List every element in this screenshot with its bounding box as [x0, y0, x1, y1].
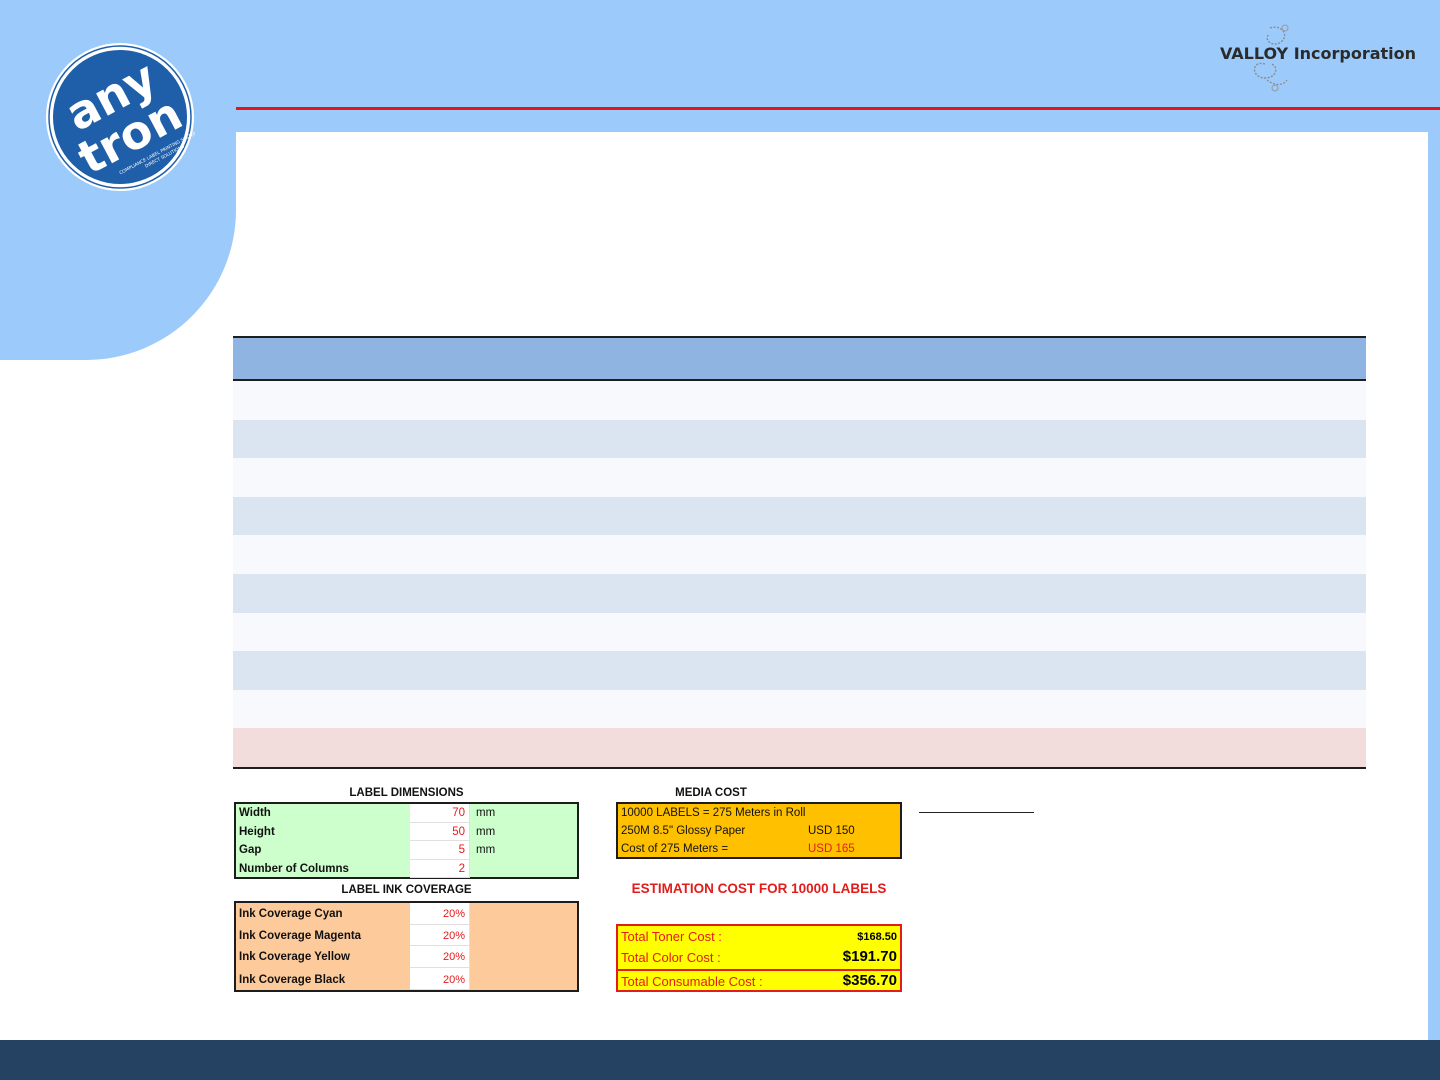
total-row-color: Total Color Cost : $191.70	[618, 947, 900, 969]
dimension-value-cell[interactable]: 70	[410, 804, 470, 823]
total-label: Total Toner Cost :	[621, 929, 722, 944]
dimension-value-cell[interactable]: 50	[410, 822, 470, 841]
ink-row-black: Ink Coverage Black 20%	[236, 967, 577, 990]
dimension-unit: mm	[476, 825, 496, 838]
ink-value-cell[interactable]: 20%	[410, 903, 470, 925]
dimension-label: Height	[239, 825, 275, 838]
table-total-row	[233, 728, 1366, 767]
media-row: Cost of 275 Meters = USD 165	[621, 840, 899, 858]
media-row: 10000 LABELS = 275 Meters in Roll	[621, 804, 899, 822]
ink-label: Ink Coverage Black	[239, 973, 346, 986]
ink-value: 20%	[442, 908, 465, 920]
media-description: Cost of 275 Meters =	[621, 843, 729, 855]
valloy-logo: VALLOY Incorporation	[1215, 20, 1416, 95]
media-price-computed: USD 165	[808, 843, 855, 855]
table-row	[233, 535, 1366, 574]
media-row: 250M 8.5" Glossy Paper USD 150	[621, 822, 899, 840]
ink-row-cyan: Ink Coverage Cyan 20%	[236, 903, 577, 925]
table-row	[233, 458, 1366, 497]
dimension-row-width: Width 70 mm	[236, 804, 577, 823]
ink-row-yellow: Ink Coverage Yellow 20%	[236, 946, 577, 968]
dimension-value-cell[interactable]: 5	[410, 841, 470, 860]
media-price: USD 150	[808, 825, 855, 837]
total-row-consumable: Total Consumable Cost : $356.70	[618, 971, 900, 992]
ink-label: Ink Coverage Magenta	[239, 929, 362, 942]
total-value: $356.70	[842, 972, 897, 989]
valloy-wordmark: VALLOY Incorporation	[1220, 44, 1417, 63]
anytron-logo: any tron COMPLIANCE LABEL PRINTING SYSTE…	[46, 43, 195, 191]
ink-label: Ink Coverage Yellow	[239, 951, 351, 963]
table-row	[233, 651, 1366, 690]
total-value: $191.70	[842, 948, 897, 965]
ink-value: 20%	[442, 973, 465, 986]
media-description: 10000 LABELS = 275 Meters in Roll	[621, 807, 806, 819]
dimension-value: 5	[458, 844, 465, 856]
ink-coverage-caption: LABEL INK COVERAGE	[341, 884, 472, 896]
dimension-label: Number of Columns	[239, 862, 349, 875]
footer-bar	[0, 1040, 1440, 1080]
total-value: $168.50	[857, 931, 897, 943]
table-row	[233, 612, 1366, 652]
ink-value-cell[interactable]: 20%	[410, 924, 470, 946]
header-divider	[233, 107, 1440, 110]
table-row	[233, 573, 1366, 613]
dimension-unit: mm	[476, 844, 496, 856]
ink-label: Ink Coverage Cyan	[239, 908, 343, 920]
total-label: Total Consumable Cost :	[621, 974, 763, 989]
dimension-value: 50	[452, 825, 465, 838]
ink-value-cell[interactable]: 20%	[410, 967, 470, 990]
dimension-value: 2	[458, 862, 465, 875]
ink-value: 20%	[442, 929, 465, 942]
table-row	[233, 419, 1366, 459]
table-row	[233, 381, 1366, 420]
total-row-toner: Total Toner Cost : $168.50	[618, 926, 900, 947]
totals-table: Total Toner Cost : $168.50 Total Color C…	[616, 924, 902, 992]
media-cost-table: 10000 LABELS = 275 Meters in Roll 250M 8…	[616, 802, 902, 859]
table-row	[233, 689, 1366, 729]
ink-value: 20%	[442, 951, 465, 963]
label-dimensions-caption: LABEL DIMENSIONS	[349, 787, 464, 799]
dimension-value-cell[interactable]: 2	[410, 859, 470, 878]
dimension-row-height: Height 50 mm	[236, 822, 577, 841]
dimension-unit: mm	[476, 807, 496, 819]
dimension-row-columns: Number of Columns 2	[236, 859, 577, 878]
total-label: Total Color Cost :	[621, 950, 721, 965]
media-description: 250M 8.5" Glossy Paper	[621, 825, 746, 837]
blank-underline	[919, 812, 1034, 813]
dimension-row-gap: Gap 5 mm	[236, 841, 577, 860]
ink-value-cell[interactable]: 20%	[410, 946, 470, 968]
media-cost-caption: MEDIA COST	[675, 787, 747, 799]
table-row	[233, 496, 1366, 536]
dimension-label: Width	[239, 807, 271, 819]
main-table	[233, 336, 1366, 769]
ink-row-magenta: Ink Coverage Magenta 20%	[236, 924, 577, 946]
dimension-label: Gap	[239, 844, 262, 856]
label-dimensions-table: Width 70 mm Height 50 mm Gap 5 mm Number…	[234, 802, 579, 879]
ink-coverage-table: Ink Coverage Cyan 20% Ink Coverage Magen…	[234, 901, 579, 992]
table-header-row	[233, 338, 1366, 381]
estimate-title: ESTIMATION COST FOR 10000 LABELS	[631, 881, 887, 896]
dimension-value: 70	[452, 807, 465, 819]
